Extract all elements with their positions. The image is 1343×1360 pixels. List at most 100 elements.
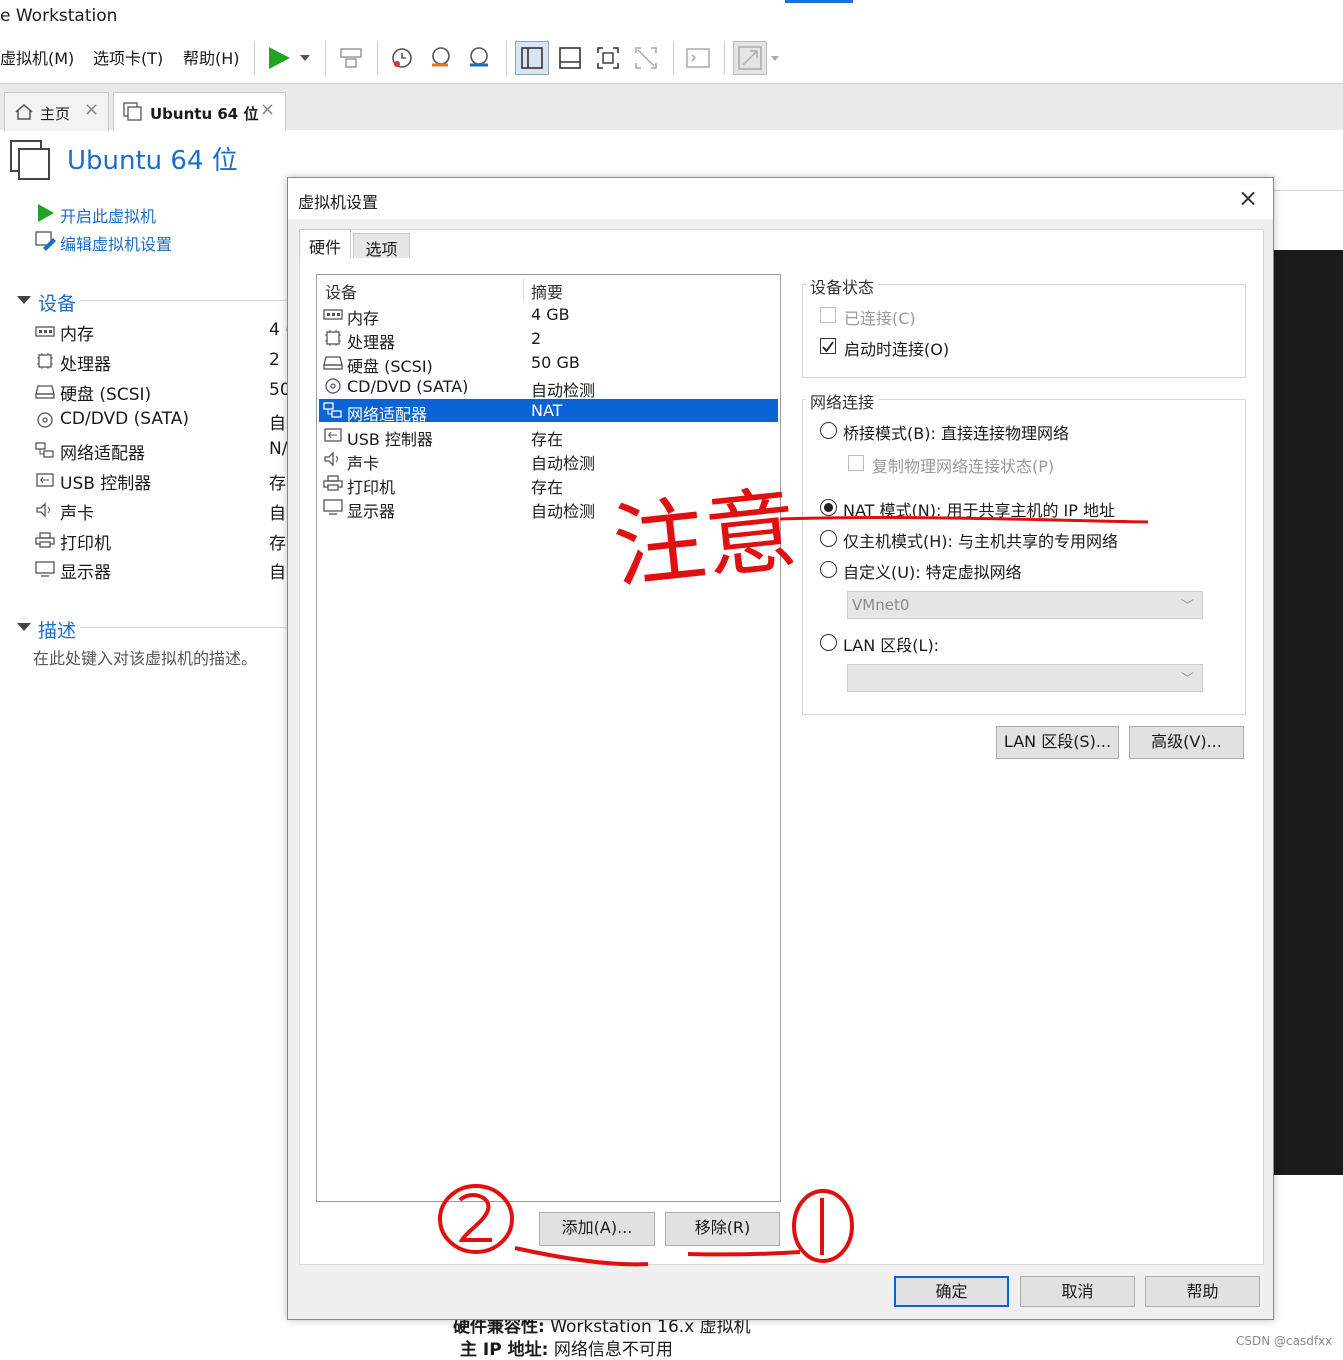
detail-ip-label: 主 IP 地址: (460, 1340, 549, 1360)
collapse-arrow-icon[interactable] (16, 621, 32, 633)
device-list-row[interactable]: 显示器 自动检测 (319, 496, 778, 521)
device-name[interactable]: CD/DVD (SATA) (60, 409, 189, 429)
play-icon[interactable] (266, 45, 316, 71)
vm-large-icon (10, 140, 50, 180)
description-section-header[interactable]: 描述 (38, 616, 76, 643)
tab-ubuntu[interactable]: Ubuntu 64 位 × (113, 92, 286, 131)
device-list[interactable]: 设备 摘要 内存 4 GB 处理器 2 硬盘 (SCSI) 50 GB CD/DVD (SA… (316, 274, 781, 1202)
close-icon[interactable]: × (1238, 184, 1258, 212)
tab-home-label: 主页 (40, 105, 71, 123)
device-list-row[interactable]: 声卡 自动检测 (319, 448, 778, 473)
menu-vm[interactable]: 虚拟机(M) (0, 45, 74, 69)
device-list-row[interactable]: 硬盘 (SCSI) 50 GB (319, 351, 778, 376)
device-list-summary: 存在 (531, 477, 564, 497)
add-button[interactable]: 添加(A)... (539, 1212, 655, 1246)
usb-icon (324, 427, 342, 442)
console-view-icon[interactable] (557, 45, 583, 71)
device-name[interactable]: USB 控制器 (60, 469, 151, 494)
device-list-row[interactable]: 内存 4 GB (319, 303, 778, 328)
monitor-icon (35, 561, 55, 578)
power-on-link[interactable]: 开启此虚拟机 (60, 203, 156, 227)
menu-help[interactable]: 帮助(H) (183, 45, 240, 69)
device-status-group (802, 284, 1246, 378)
column-header-summary[interactable]: 摘要 (531, 279, 563, 303)
disk-icon (323, 354, 343, 370)
help-button[interactable]: 帮助 (1145, 1276, 1260, 1307)
description-placeholder[interactable]: 在此处键入对该虚拟机的描述。 (33, 645, 257, 669)
snapshot-manager-icon[interactable] (466, 45, 492, 71)
network-icon (35, 442, 54, 458)
terminal-icon[interactable] (685, 45, 711, 71)
device-name[interactable]: 处理器 (60, 350, 111, 375)
device-name[interactable]: 硬盘 (SCSI) (60, 380, 151, 405)
nat-label: NAT 模式(N): 用于共享主机的 IP 地址 (843, 501, 1116, 520)
device-status-label: 设备状态 (806, 274, 879, 298)
device-list-row[interactable]: 处理器 2 (319, 327, 778, 352)
device-list-row[interactable]: CD/DVD (SATA) 自动检测 (319, 375, 778, 400)
cpu-icon (325, 330, 341, 347)
host-only-radio[interactable] (820, 530, 837, 547)
memory-icon (35, 326, 55, 337)
device-list-name: 显示器 (347, 501, 396, 521)
sidebar-view-icon[interactable] (515, 41, 549, 75)
device-name[interactable]: 声卡 (60, 499, 94, 524)
custom-network-select[interactable]: VMnet0 ﹀ (847, 591, 1203, 619)
device-name[interactable]: 打印机 (60, 529, 111, 554)
lan-segment-select[interactable]: ﹀ (847, 664, 1203, 692)
device-name[interactable]: 网络适配器 (60, 439, 145, 464)
vm-screen-preview[interactable] (1272, 250, 1343, 1175)
remove-button[interactable]: 移除(R) (665, 1212, 780, 1246)
lan-segments-button-label: LAN 区段(S)... (1003, 732, 1112, 751)
advanced-button[interactable]: 高级(V)... (1129, 726, 1244, 759)
bridged-radio[interactable] (820, 422, 837, 439)
custom-network-value: VMnet0 (852, 596, 910, 614)
disk-icon (35, 383, 55, 399)
stretch-view-icon[interactable] (733, 41, 783, 75)
revert-snapshot-icon[interactable] (428, 45, 454, 71)
bridged-label: 桥接模式(B): 直接连接物理网络 (843, 424, 1069, 443)
monitor-icon (323, 499, 343, 515)
edit-settings-icon[interactable] (35, 231, 57, 251)
toolbar-separator (377, 41, 378, 75)
network-connection-label: 网络连接 (806, 389, 879, 413)
fullscreen-icon[interactable] (595, 45, 621, 71)
power-on-icon[interactable] (36, 203, 56, 223)
column-header-device[interactable]: 设备 (325, 279, 357, 303)
lan-segments-button[interactable]: LAN 区段(S)... (996, 726, 1119, 759)
connected-checkbox[interactable] (820, 307, 836, 323)
toolbar-separator (724, 41, 725, 75)
dialog-title: 虚拟机设置 (298, 193, 379, 212)
connect-at-power-on-label: 启动时连接(O) (844, 340, 950, 359)
menu-tabs[interactable]: 选项卡(T) (93, 45, 163, 69)
collapse-arrow-icon[interactable] (16, 294, 32, 306)
nat-radio[interactable] (820, 499, 837, 516)
toolbar-separator (325, 41, 326, 75)
chevron-down-icon: ﹀ (1180, 599, 1194, 614)
monitor-icon (35, 561, 55, 578)
edit-settings-link[interactable]: 编辑虚拟机设置 (60, 231, 172, 255)
replicate-checkbox[interactable] (848, 455, 864, 471)
devices-section-header[interactable]: 设备 (38, 289, 76, 316)
custom-label: 自定义(U): 特定虚拟网络 (843, 563, 1022, 582)
device-value: 自 (269, 563, 286, 584)
title-accent (785, 0, 853, 3)
device-list-row[interactable]: 打印机 存在 (319, 472, 778, 497)
unity-icon[interactable] (633, 45, 659, 71)
cancel-button[interactable]: 取消 (1020, 1276, 1135, 1307)
tab-home[interactable]: 主页 × (4, 92, 109, 131)
lan-segment-radio[interactable] (820, 634, 837, 651)
device-list-row[interactable]: 网络适配器 NAT (319, 399, 778, 424)
window-title-bar: e Workstation (0, 0, 1343, 34)
connect-at-power-on-checkbox[interactable] (820, 338, 836, 354)
device-name[interactable]: 显示器 (60, 558, 111, 583)
device-list-row[interactable]: USB 控制器 存在 (319, 424, 778, 449)
suspend-icon[interactable] (338, 45, 364, 71)
tab-hardware[interactable]: 硬件 (299, 229, 351, 258)
ok-button[interactable]: 确定 (894, 1276, 1009, 1307)
snapshot-icon[interactable] (389, 45, 415, 71)
custom-radio[interactable] (820, 561, 837, 578)
close-icon[interactable]: × (260, 99, 275, 120)
device-name[interactable]: 内存 (60, 320, 94, 345)
tab-options[interactable]: 选项 (353, 233, 410, 259)
close-icon[interactable]: × (84, 99, 99, 120)
